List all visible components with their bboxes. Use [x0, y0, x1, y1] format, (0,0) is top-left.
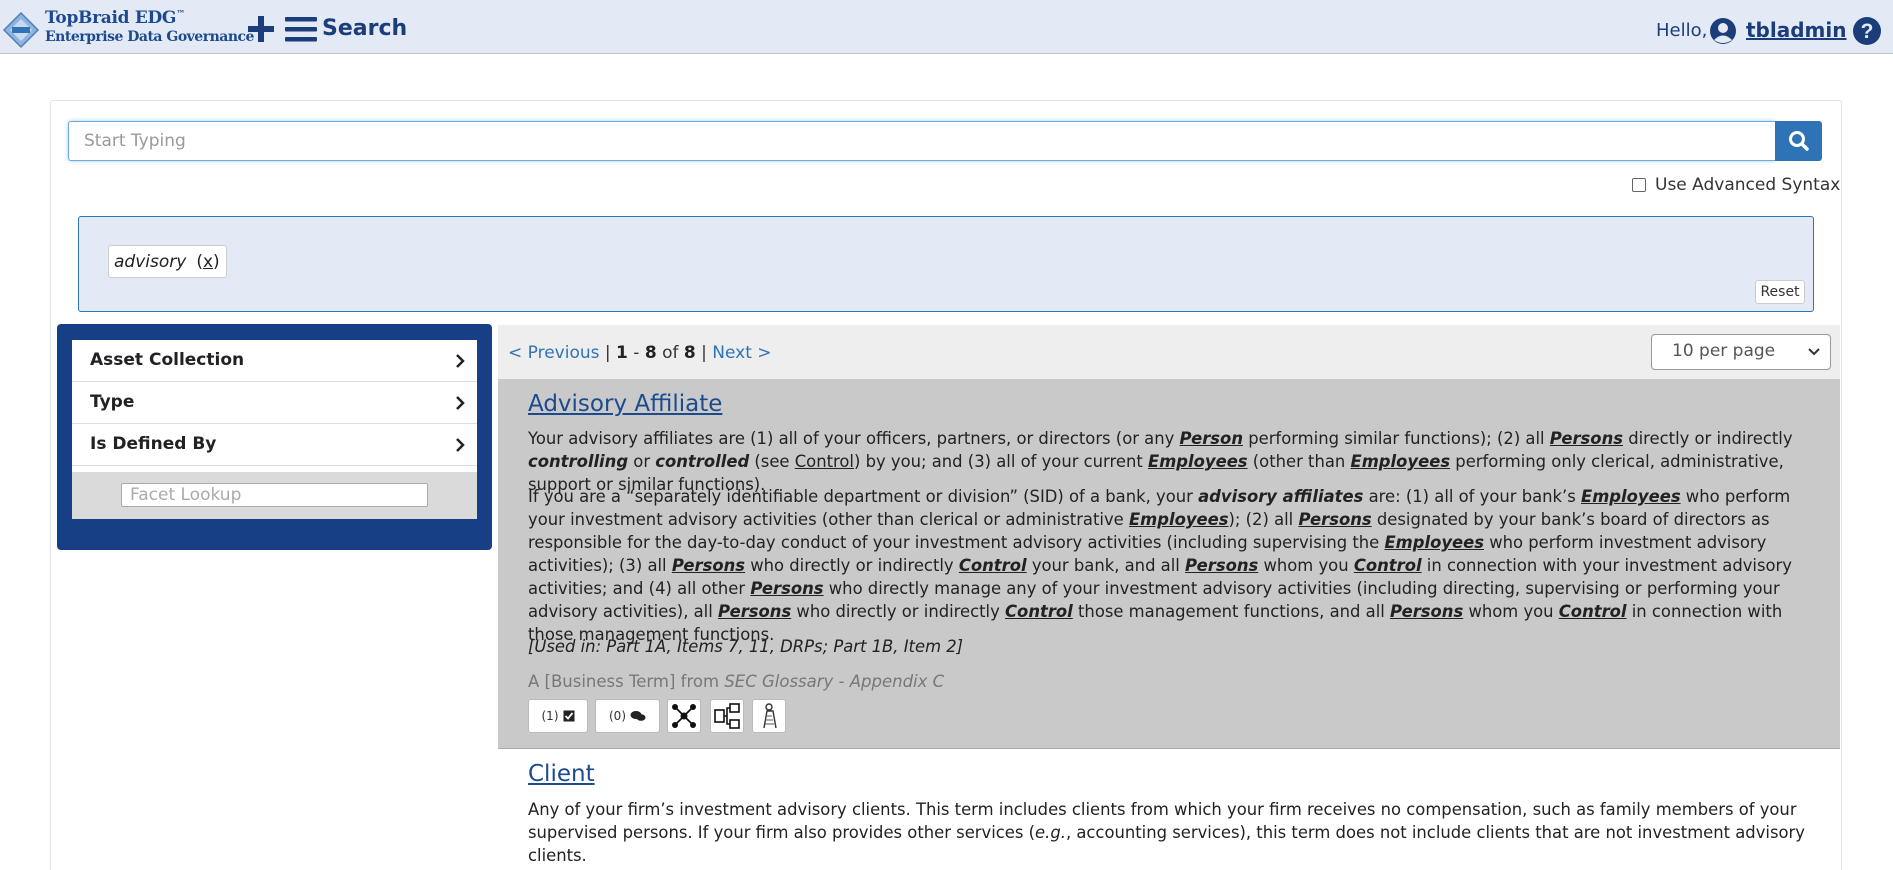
result-definition-sid: If you are a “separately identifiable de…: [528, 487, 1792, 644]
next-page-link[interactable]: Next >: [712, 343, 771, 363]
greeting-text: Hello,: [1656, 20, 1708, 41]
profile-report-icon: [763, 703, 777, 729]
facet-asset-collection[interactable]: Asset Collection: [72, 340, 477, 382]
checkbox-checked-icon: [563, 710, 574, 722]
hierarchy-view-button[interactable]: [710, 699, 744, 733]
svg-text:?: ?: [1861, 20, 1874, 43]
hamburger-menu-icon[interactable]: [285, 15, 317, 43]
result-definition: Any of your firm’s investment advisory c…: [528, 800, 1805, 865]
help-icon[interactable]: ?: [1852, 16, 1882, 46]
top-navigation-bar: TopBraid EDG™ Enterprise Data Governance…: [0, 0, 1893, 54]
pagination: < Previous | 1 - 8 of 8 | Next >: [508, 343, 772, 363]
search-icon: [1789, 131, 1809, 151]
filter-chip: advisory (x): [108, 245, 227, 278]
search-nav-link[interactable]: Search: [322, 16, 407, 41]
reset-button[interactable]: Reset: [1755, 280, 1805, 304]
tasks-button[interactable]: (1): [528, 699, 588, 733]
facet-label: Is Defined By: [90, 434, 217, 454]
facet-lookup-input[interactable]: [121, 483, 428, 507]
filter-chip-remove-button[interactable]: (x): [196, 252, 219, 272]
hierarchy-icon: [714, 703, 740, 729]
chevron-right-icon: [456, 354, 465, 368]
username-link[interactable]: tbladmin: [1746, 18, 1846, 42]
topbraid-edg-logo[interactable]: TopBraid EDG™ Enterprise Data Governance: [2, 8, 254, 50]
filter-chip-term: advisory: [114, 251, 187, 272]
network-graph-icon: [672, 704, 696, 728]
chevron-right-icon: [456, 438, 465, 452]
facet-label: Type: [90, 392, 135, 412]
result-source: SEC Glossary - Appendix C: [724, 672, 945, 691]
advanced-syntax-label: Use Advanced Syntax: [1655, 175, 1841, 195]
chevron-down-icon: [1808, 348, 1820, 356]
active-filters-box: [78, 216, 1814, 312]
facet-type[interactable]: Type: [72, 382, 477, 424]
profile-view-button[interactable]: [752, 699, 786, 733]
result-title-link[interactable]: Client: [528, 761, 595, 787]
comments-icon: [630, 711, 646, 721]
result-title-link[interactable]: Advisory Affiliate: [528, 391, 722, 417]
facet-is-defined-by[interactable]: Is Defined By: [72, 424, 477, 466]
chevron-right-icon: [456, 396, 465, 410]
logo-title: TopBraid EDG™: [45, 8, 185, 28]
graph-view-button[interactable]: [667, 699, 701, 733]
search-button[interactable]: [1775, 121, 1822, 161]
result-meta: A [Business Term] from SEC Glossary - Ap…: [528, 672, 945, 691]
facet-label: Asset Collection: [90, 350, 245, 370]
result-used-in: [Used in: Part 1A, Items 7, 11, DRPs; Pa…: [528, 637, 964, 656]
edg-logo-icon: [2, 11, 40, 49]
user-avatar-icon[interactable]: [1709, 17, 1737, 45]
previous-page-link[interactable]: < Previous: [508, 343, 600, 363]
comments-button[interactable]: (0): [595, 699, 660, 733]
search-input[interactable]: [68, 121, 1775, 161]
logo-subtitle: Enterprise Data Governance: [45, 29, 254, 45]
per-page-select[interactable]: 10 per page: [1651, 334, 1831, 370]
advanced-syntax-checkbox[interactable]: [1632, 178, 1646, 192]
plus-icon[interactable]: [246, 14, 276, 44]
